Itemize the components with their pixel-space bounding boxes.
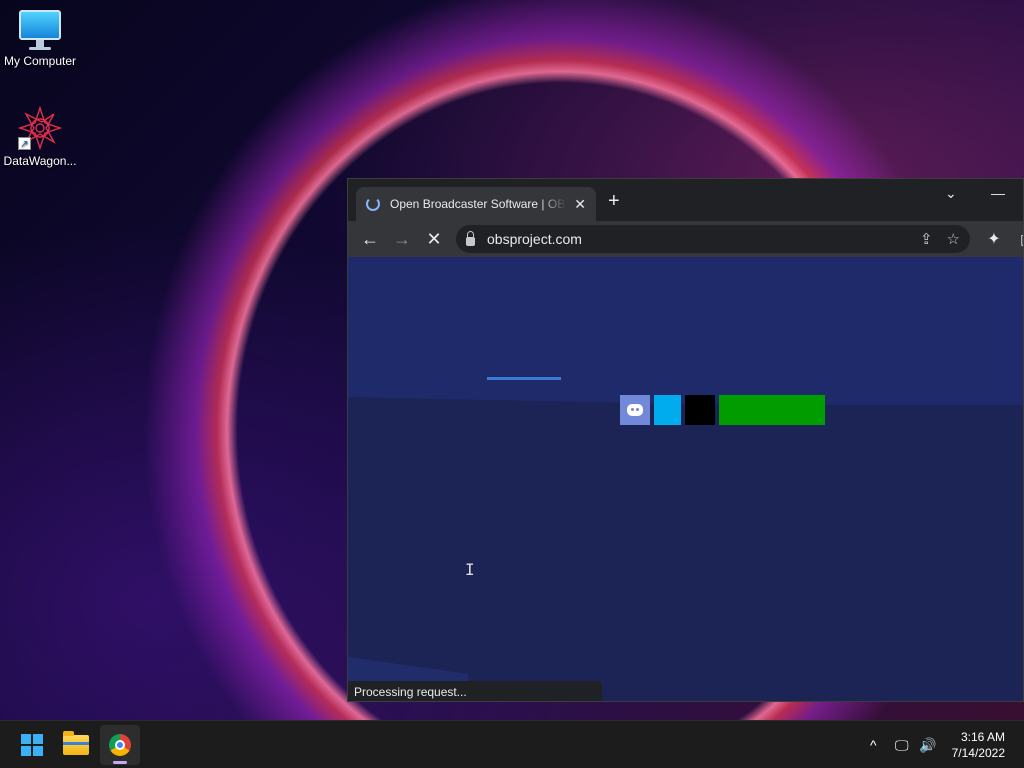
back-button[interactable]: ← (354, 223, 386, 255)
taskbar-clock[interactable]: 3:16 AM 7/14/2022 (952, 729, 1005, 761)
new-tab-button[interactable]: + (608, 191, 620, 211)
web-page-content: I Processing request... (348, 257, 1023, 701)
share-icon[interactable]: ⇪ (920, 230, 933, 248)
side-panel-icon[interactable]: ▯ (1008, 223, 1023, 255)
url-text[interactable]: obsproject.com (487, 231, 906, 247)
browser-titlebar[interactable]: Open Broadcaster Software | OBS ✕ + ⌄ — (348, 179, 1023, 221)
browser-tab[interactable]: Open Broadcaster Software | OBS ✕ (356, 187, 596, 221)
discord-icon (627, 404, 643, 416)
windows-logo-icon (21, 734, 43, 756)
clock-time: 3:16 AM (960, 730, 1005, 744)
bookmark-star-icon[interactable]: ☆ (947, 230, 960, 248)
start-button[interactable] (12, 725, 52, 765)
twitter-button[interactable] (654, 395, 681, 425)
address-bar[interactable]: obsproject.com ⇪ ☆ (456, 225, 970, 253)
tab-search-icon[interactable]: ⌄ (945, 185, 957, 202)
browser-toolbar: ← → ✕ obsproject.com ⇪ ☆ ✦ ▯ (348, 221, 1023, 257)
github-button[interactable] (685, 395, 715, 425)
forward-button[interactable]: → (386, 223, 418, 255)
loading-spinner-icon (366, 197, 380, 211)
file-explorer-button[interactable] (56, 725, 96, 765)
browser-window: Open Broadcaster Software | OBS ✕ + ⌄ — … (347, 178, 1024, 702)
lock-icon[interactable] (466, 230, 475, 246)
active-indicator (113, 761, 127, 764)
page-loading-bar (487, 377, 561, 380)
page-header-band (348, 257, 1023, 405)
chrome-icon (109, 734, 131, 756)
shortcut-arrow-icon: ↗ (18, 137, 31, 150)
minimize-button[interactable]: — (991, 185, 1005, 201)
discord-button[interactable] (620, 395, 650, 425)
clock-date: 7/14/2022 (951, 746, 1005, 760)
desktop-icon-datawagon[interactable]: ↗ DataWagon... (0, 105, 80, 168)
tab-title: Open Broadcaster Software | OBS (390, 197, 567, 211)
download-button[interactable] (719, 395, 825, 425)
desktop-icon-label: My Computer (3, 54, 77, 68)
desktop-icon-my-computer[interactable]: My Computer (0, 10, 80, 68)
volume-icon[interactable]: 🔊 (919, 721, 936, 768)
network-icon[interactable]: 🖵 (895, 721, 909, 768)
extensions-icon[interactable]: ✦ (978, 223, 1010, 255)
show-hidden-icons-button[interactable]: ^ (870, 721, 877, 768)
datawagon-logo-icon: ↗ (17, 105, 63, 151)
stop-loading-button[interactable]: ✕ (418, 223, 450, 255)
monitor-icon (0, 10, 80, 50)
desktop-icon-label: DataWagon... (3, 154, 77, 168)
chrome-taskbar-button[interactable] (100, 725, 140, 765)
text-cursor-icon: I (465, 560, 475, 579)
status-bubble: Processing request... (348, 681, 602, 701)
taskbar: ^ 🖵 🔊 3:16 AM 7/14/2022 (0, 720, 1024, 768)
folder-icon (63, 731, 89, 755)
tab-close-icon[interactable]: ✕ (574, 196, 586, 213)
